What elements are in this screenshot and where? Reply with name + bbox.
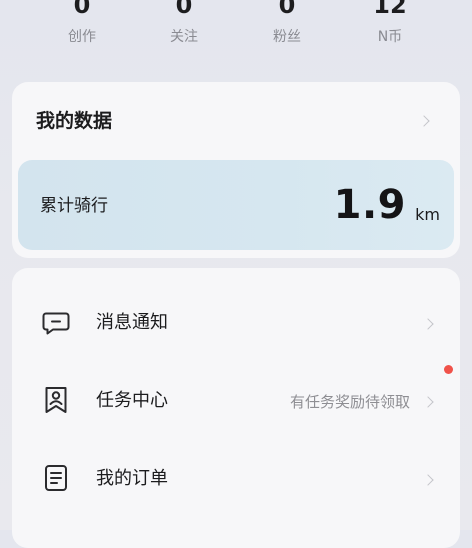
menu-item-task-center-label: 任务中心 xyxy=(96,390,168,411)
stats-bar: 0 创作 0 关注 0 粉丝 12 N币 xyxy=(0,0,472,60)
my-data-card: 我的数据 累计骑行 1.9 km xyxy=(12,82,460,258)
menu-card: 消息通知 任务中心 有任务奖励待领取 我的订单 xyxy=(12,268,460,548)
menu-item-task-center[interactable]: 任务中心 有任务奖励待领取 xyxy=(12,358,460,434)
menu-item-my-orders-label: 我的订单 xyxy=(96,468,168,489)
my-data-title: 我的数据 xyxy=(36,110,113,132)
stat-ncoins-value: 12 xyxy=(373,0,407,19)
total-ride-unit: km xyxy=(415,205,440,224)
menu-item-messages[interactable]: 消息通知 xyxy=(12,280,460,356)
stat-following-value: 0 xyxy=(175,0,193,19)
menu-item-my-orders[interactable]: 我的订单 xyxy=(12,436,460,512)
chevron-right-icon xyxy=(422,318,434,330)
task-reward-hint: 有任务奖励待领取 xyxy=(289,393,410,411)
total-ride-value: 1.9 xyxy=(333,182,406,228)
menu-item-messages-label: 消息通知 xyxy=(96,312,168,333)
stat-creations-label: 创作 xyxy=(68,29,96,45)
stat-fans-label: 粉丝 xyxy=(273,29,301,45)
stat-ncoins-label: N币 xyxy=(377,29,403,45)
notification-dot xyxy=(444,365,453,374)
chevron-right-icon xyxy=(422,396,434,408)
stat-creations-value: 0 xyxy=(73,0,91,19)
total-ride-label: 累计骑行 xyxy=(40,196,108,216)
chevron-right-icon xyxy=(418,115,430,127)
stat-following-label: 关注 xyxy=(170,29,198,45)
task-icon xyxy=(45,387,67,413)
order-icon xyxy=(45,465,67,491)
my-data-header[interactable]: 我的数据 xyxy=(12,82,460,160)
chevron-right-icon xyxy=(422,474,434,486)
total-ride-panel[interactable]: 累计骑行 1.9 km xyxy=(18,160,454,250)
message-icon xyxy=(42,312,70,335)
stat-fans-value: 0 xyxy=(278,0,296,19)
